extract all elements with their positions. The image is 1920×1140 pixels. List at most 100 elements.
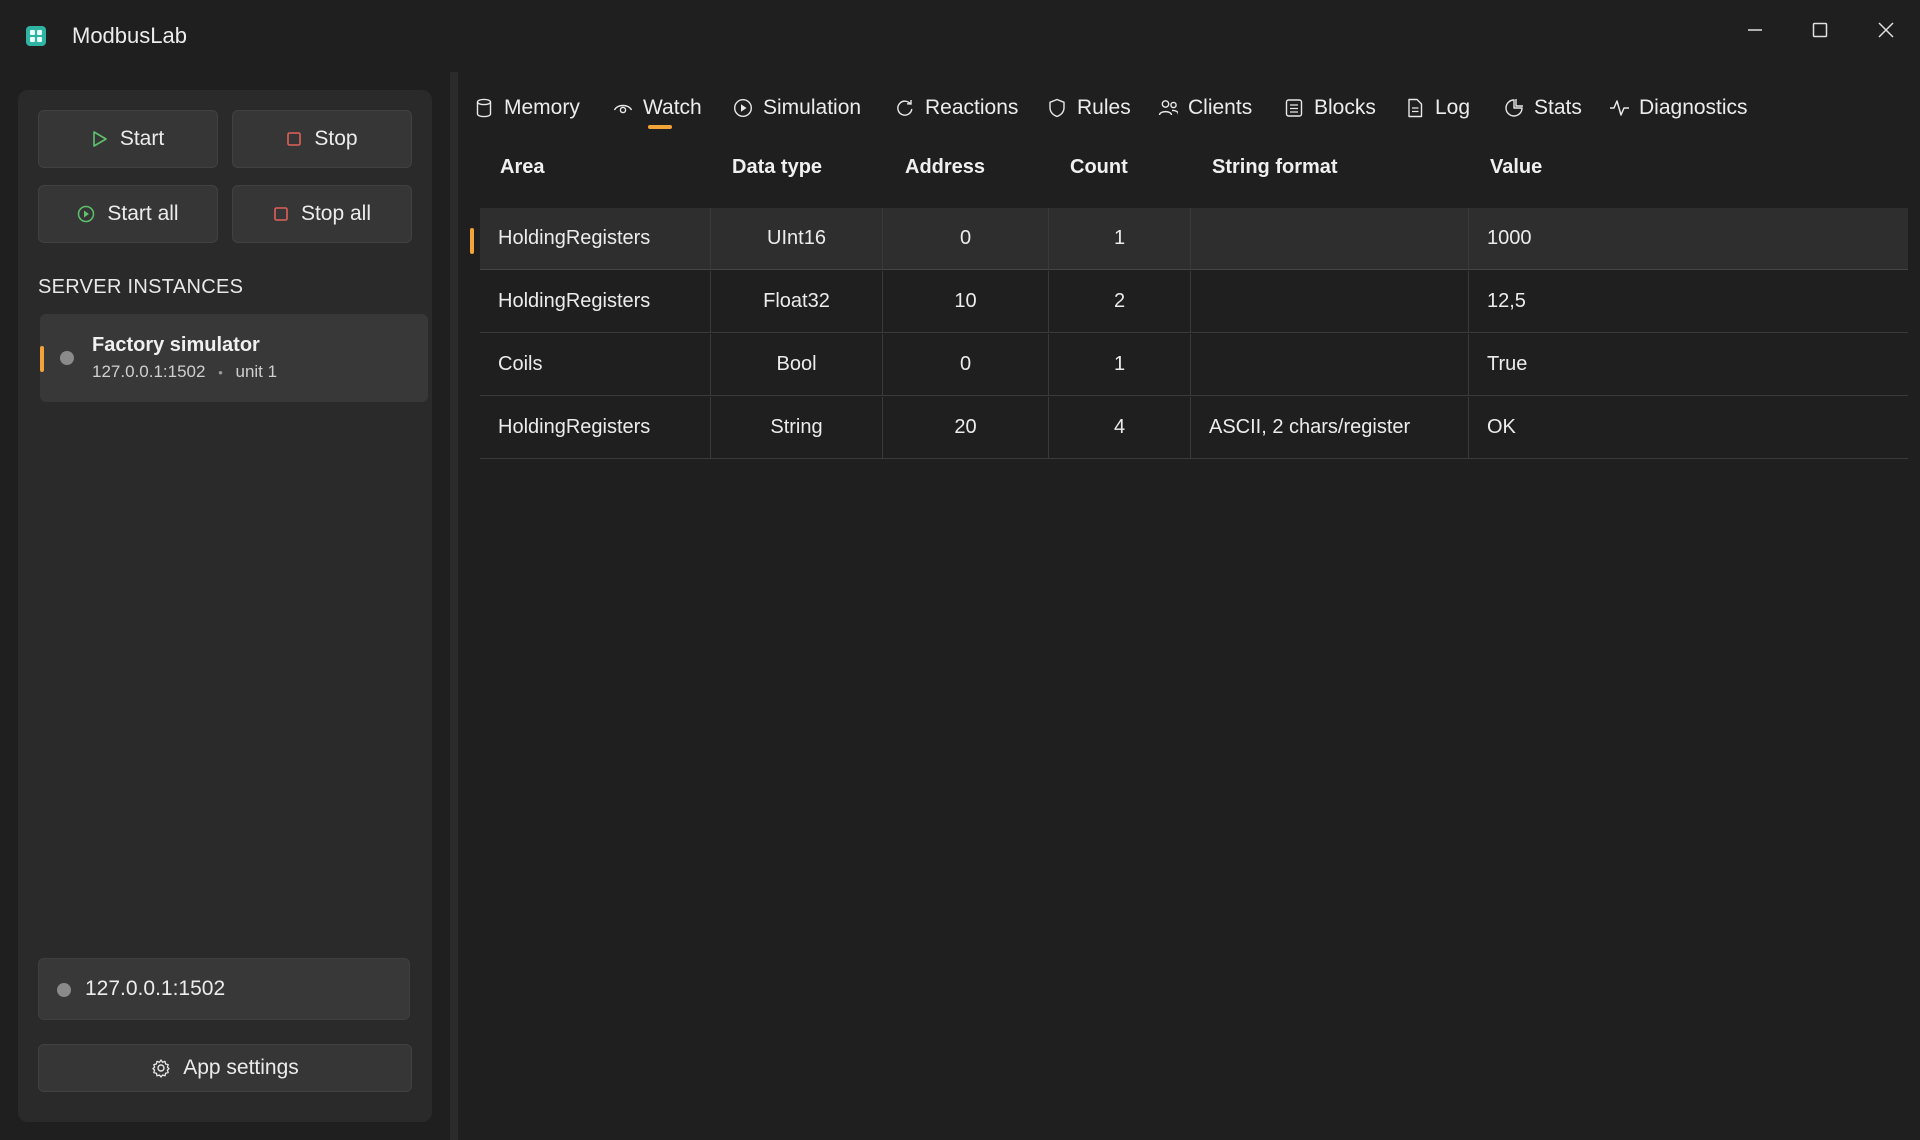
- start-all-button-label: Start all: [107, 202, 179, 225]
- tab-diagnostics-label: Diagnostics: [1639, 96, 1748, 119]
- cell-data-type[interactable]: UInt16: [710, 208, 882, 269]
- tab-rules-label: Rules: [1077, 96, 1131, 119]
- app-settings-button[interactable]: App settings: [38, 1044, 412, 1092]
- cell-value[interactable]: True: [1468, 334, 1908, 395]
- selection-indicator: [470, 228, 474, 254]
- endpoint-status: 127.0.0.1:1502: [38, 958, 410, 1020]
- tab-blocks-label: Blocks: [1314, 96, 1376, 119]
- tab-stats-label: Stats: [1534, 96, 1582, 119]
- chart-icon: [1505, 99, 1523, 117]
- tab-log-label: Log: [1435, 96, 1471, 119]
- tab-watch-label: Watch: [643, 96, 702, 119]
- column-header-count[interactable]: Count: [1070, 156, 1128, 179]
- active-tab-indicator: [648, 125, 672, 129]
- close-button[interactable]: [1866, 10, 1906, 50]
- tab-blocks[interactable]: Blocks: [1284, 80, 1376, 136]
- minimize-icon: [1748, 29, 1762, 31]
- play-circle-icon: [733, 98, 753, 118]
- cell-count[interactable]: 4: [1048, 397, 1190, 458]
- server-instances-heading: SERVER INSTANCES: [38, 276, 244, 298]
- table-row[interactable]: Coils Bool 0 1 True: [480, 334, 1908, 396]
- cell-address[interactable]: 0: [882, 208, 1048, 269]
- instance-details: 127.0.0.1:1502 • unit 1: [92, 362, 277, 382]
- app-title: ModbusLab: [72, 23, 187, 48]
- tab-reactions-label: Reactions: [925, 96, 1019, 119]
- column-header-string-format[interactable]: String format: [1212, 156, 1338, 179]
- title-bar: ModbusLab: [0, 0, 1920, 72]
- cell-data-type[interactable]: String: [710, 397, 882, 458]
- cell-count[interactable]: 1: [1048, 208, 1190, 269]
- tab-memory[interactable]: Memory: [474, 80, 580, 136]
- cell-address[interactable]: 0: [882, 334, 1048, 395]
- table-row[interactable]: HoldingRegisters UInt16 0 1 1000: [470, 208, 1908, 270]
- start-button[interactable]: Start: [38, 110, 218, 168]
- tab-reactions[interactable]: Reactions: [895, 80, 1018, 136]
- minimize-button[interactable]: [1735, 10, 1775, 50]
- cell-value[interactable]: 1000: [1468, 208, 1908, 269]
- cell-area[interactable]: HoldingRegisters: [498, 397, 710, 458]
- play-icon: [93, 131, 107, 147]
- database-icon: [476, 98, 492, 118]
- stop-icon: [287, 132, 302, 146]
- cell-string-format[interactable]: [1190, 334, 1468, 395]
- cell-address[interactable]: 10: [882, 271, 1048, 332]
- pane-splitter[interactable]: [450, 72, 458, 1140]
- column-header-address[interactable]: Address: [905, 156, 985, 179]
- tab-simulation[interactable]: Simulation: [733, 80, 861, 136]
- cell-string-format[interactable]: [1190, 208, 1468, 269]
- cell-string-format[interactable]: [1190, 271, 1468, 332]
- sidebar: Start Stop Start all Stop all SERVER INS…: [18, 90, 432, 1122]
- cell-address[interactable]: 20: [882, 397, 1048, 458]
- refresh-icon: [897, 100, 913, 116]
- cell-area[interactable]: Coils: [498, 334, 710, 395]
- status-dot-icon: [57, 983, 71, 997]
- close-icon: [1878, 22, 1894, 38]
- cell-value[interactable]: 12,5: [1468, 271, 1908, 332]
- table-row[interactable]: HoldingRegisters Float32 10 2 12,5: [480, 271, 1908, 333]
- column-header-area[interactable]: Area: [500, 156, 544, 179]
- server-instance-item[interactable]: Factory simulator 127.0.0.1:1502 • unit …: [40, 314, 428, 402]
- start-all-button[interactable]: Start all: [38, 185, 218, 243]
- people-icon: [1158, 100, 1178, 116]
- cell-count[interactable]: 1: [1048, 334, 1190, 395]
- shield-icon: [1049, 98, 1065, 118]
- cell-string-format[interactable]: ASCII, 2 chars/register: [1190, 397, 1468, 458]
- gear-icon: [152, 1059, 170, 1078]
- instance-address: 127.0.0.1:1502: [92, 362, 206, 381]
- cell-count[interactable]: 2: [1048, 271, 1190, 332]
- cell-area[interactable]: HoldingRegisters: [498, 208, 710, 269]
- tab-stats[interactable]: Stats: [1504, 80, 1582, 136]
- endpoint-address: 127.0.0.1:1502: [85, 977, 226, 1000]
- app-settings-label: App settings: [183, 1056, 299, 1079]
- instance-unit: unit 1: [235, 362, 278, 381]
- cell-data-type[interactable]: Bool: [710, 334, 882, 395]
- cell-data-type[interactable]: Float32: [710, 271, 882, 332]
- column-header-data-type[interactable]: Data type: [732, 156, 822, 179]
- tab-clients[interactable]: Clients: [1158, 80, 1252, 136]
- stop-icon: [274, 207, 288, 221]
- eye-icon: [613, 104, 633, 114]
- tab-log[interactable]: Log: [1405, 80, 1470, 136]
- stop-button-label: Stop: [314, 127, 358, 150]
- stop-all-button-label: Stop all: [300, 202, 372, 225]
- tab-memory-label: Memory: [504, 96, 580, 119]
- tab-simulation-label: Simulation: [763, 96, 862, 119]
- cell-area[interactable]: HoldingRegisters: [498, 271, 710, 332]
- status-dot-icon: [60, 351, 74, 365]
- maximize-button[interactable]: [1800, 10, 1840, 50]
- tab-diagnostics[interactable]: Diagnostics: [1609, 80, 1748, 136]
- tab-clients-label: Clients: [1188, 96, 1253, 119]
- tab-rules[interactable]: Rules: [1047, 80, 1131, 136]
- app-logo-icon: [26, 26, 46, 46]
- play-circle-icon: [78, 205, 95, 223]
- document-icon: [1408, 98, 1423, 118]
- column-header-value[interactable]: Value: [1490, 156, 1542, 179]
- instance-name: Factory simulator: [92, 334, 260, 356]
- table-row[interactable]: HoldingRegisters String 20 4 ASCII, 2 ch…: [480, 397, 1908, 459]
- list-icon: [1285, 99, 1303, 117]
- stop-button[interactable]: Stop: [232, 110, 412, 168]
- stop-all-button[interactable]: Stop all: [232, 185, 412, 243]
- separator-dot: •: [218, 365, 223, 380]
- pulse-icon: [1610, 100, 1629, 116]
- cell-value[interactable]: OK: [1468, 397, 1908, 458]
